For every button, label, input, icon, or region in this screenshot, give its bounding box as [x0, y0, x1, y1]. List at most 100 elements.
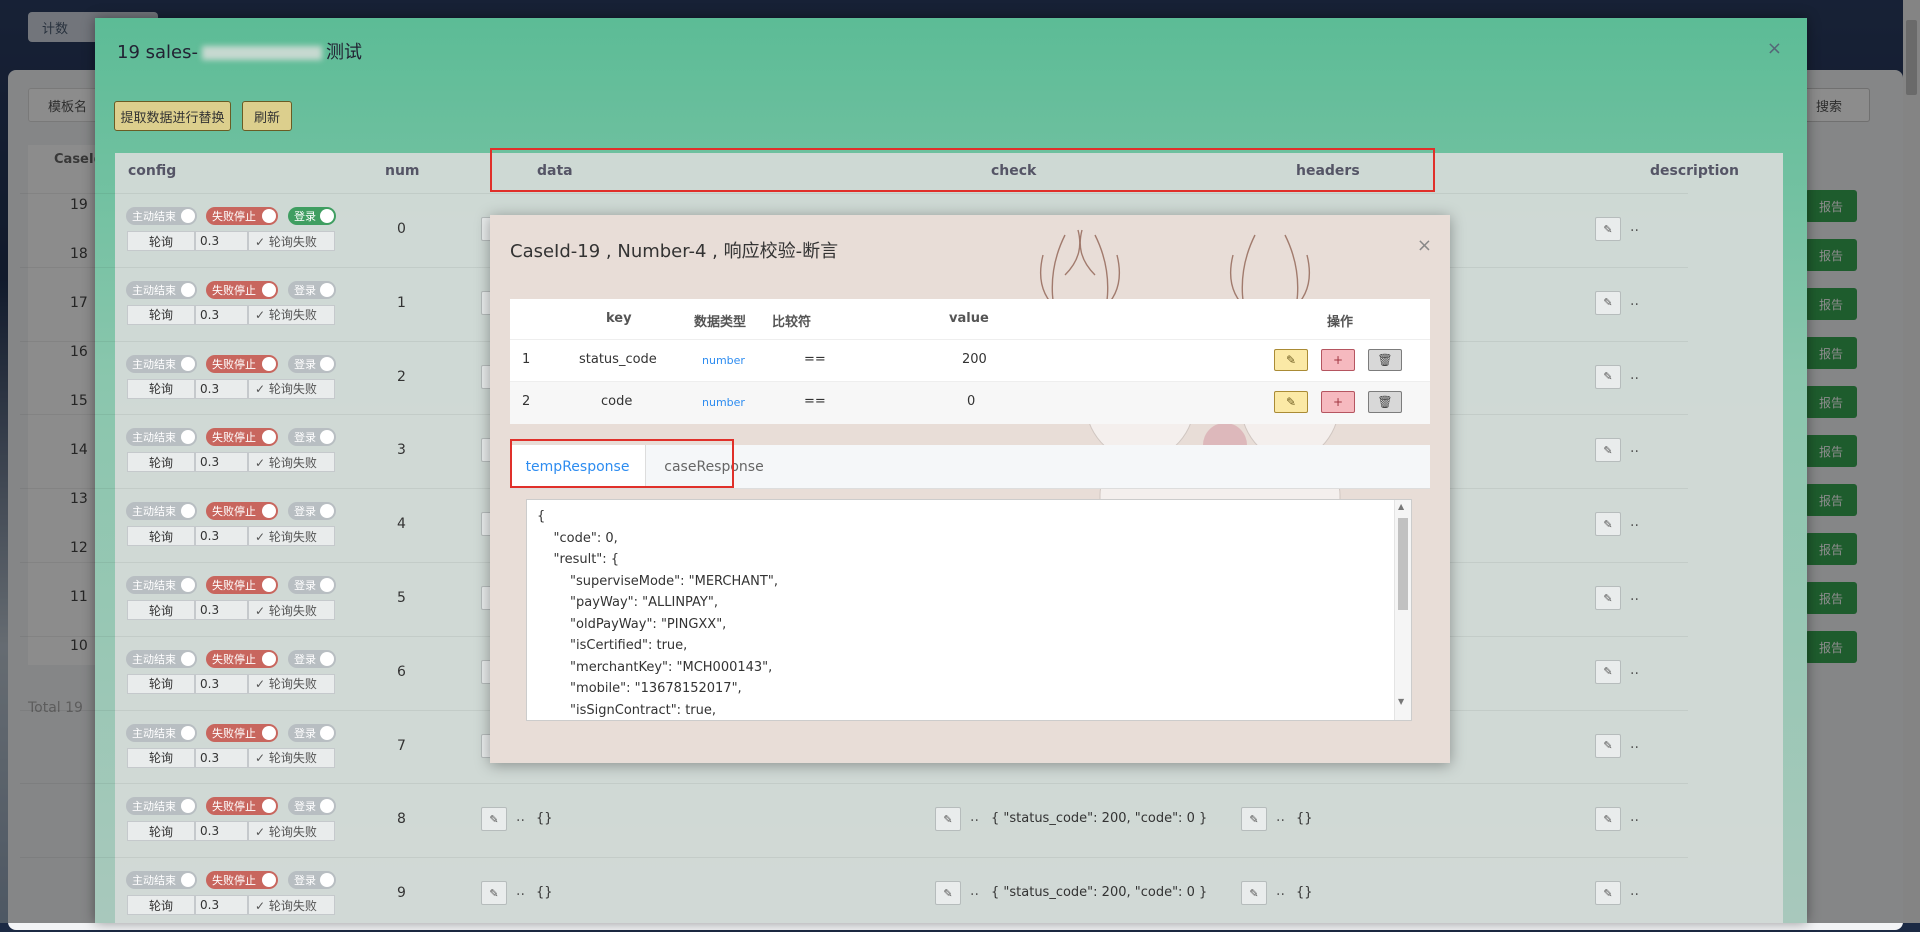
edit-check-button[interactable]: ✎ [935, 807, 961, 832]
ellipsis: .. [1630, 809, 1639, 826]
toggle-active-stop[interactable]: 主动结束 [126, 280, 197, 299]
poll-interval-input[interactable]: 0.3 [195, 747, 248, 768]
edit-row-button[interactable]: ✎ [1274, 349, 1308, 371]
toggle-fail-stop[interactable]: 失败停止 [206, 428, 278, 447]
scroll-down-icon[interactable]: ▼ [1398, 697, 1404, 706]
edit-description-button[interactable]: ✎ [1595, 290, 1621, 315]
poll-fail-checkbox[interactable]: ✓ 轮询失败 [248, 378, 335, 399]
toggle-active-stop[interactable]: 主动结束 [126, 723, 197, 742]
poll-fail-checkbox[interactable]: ✓ 轮询失败 [248, 747, 335, 768]
close-icon[interactable]: × [1417, 235, 1432, 256]
poll-fail-checkbox[interactable]: ✓ 轮询失败 [248, 600, 335, 620]
toggle-login[interactable]: 登录 [288, 502, 336, 521]
toggle-login[interactable]: 登录 [288, 280, 336, 299]
toggle-login[interactable]: 登录 [288, 649, 336, 668]
ellipsis: .. [1630, 588, 1639, 604]
toggle-active-stop[interactable]: 主动结束 [126, 428, 197, 447]
toggle-fail-stop[interactable]: 失败停止 [206, 207, 278, 225]
toggle-fail-stop[interactable]: 失败停止 [206, 502, 278, 521]
poll-interval-input[interactable]: 0.3 [195, 304, 248, 325]
toggle-fail-stop[interactable]: 失败停止 [206, 280, 278, 299]
toggle-login[interactable]: 登录 [288, 797, 336, 816]
poll-interval-input[interactable]: 0.3 [195, 673, 248, 694]
textarea-scroll-thumb[interactable] [1398, 518, 1408, 610]
toggle-label: 登录 [294, 431, 316, 445]
toggle-active-stop[interactable]: 主动结束 [126, 502, 197, 521]
poll-interval-input[interactable]: 0.3 [195, 526, 248, 547]
poll-interval-input[interactable]: 0.3 [195, 452, 248, 473]
extract-replace-button[interactable]: 提取数据进行替换 [114, 101, 231, 131]
scroll-up-icon[interactable]: ▲ [1398, 502, 1404, 511]
poll-interval-input[interactable]: 0.3 [195, 231, 248, 251]
poll-fail-checkbox[interactable]: ✓ 轮询失败 [248, 304, 335, 325]
data-preview: {} [536, 811, 553, 827]
toggle-fail-stop[interactable]: 失败停止 [206, 797, 278, 816]
toggle-fail-stop[interactable]: 失败停止 [206, 649, 278, 668]
edit-description-button[interactable]: ✎ [1595, 586, 1621, 610]
edit-description-button[interactable]: ✎ [1595, 881, 1621, 906]
toggle-login[interactable]: 登录 [288, 207, 336, 225]
poll-interval-input[interactable]: 0.3 [195, 600, 248, 620]
textarea-scrollbar[interactable]: ▲ ▼ [1394, 500, 1411, 720]
poll-fail-checkbox[interactable]: ✓ 轮询失败 [248, 895, 335, 916]
edit-description-button[interactable]: ✎ [1595, 807, 1621, 832]
toggle-active-stop[interactable]: 主动结束 [126, 207, 197, 225]
toggle-fail-stop[interactable]: 失败停止 [206, 723, 278, 742]
toggle-login[interactable]: 登录 [288, 428, 336, 447]
edit-description-button[interactable]: ✎ [1595, 217, 1621, 241]
delete-row-button[interactable]: 🗑 [1368, 391, 1402, 413]
toggle-login[interactable]: 登录 [288, 723, 336, 742]
check-preview: { "status_code": 200, "code": 0 } [991, 885, 1208, 901]
edit-description-button[interactable]: ✎ [1595, 438, 1621, 463]
toggle-fail-stop[interactable]: 失败停止 [206, 871, 278, 890]
response-textarea[interactable]: { "code": 0, "result": { "superviseMode"… [526, 499, 1412, 721]
poll-label: 轮询 [127, 821, 195, 842]
close-icon[interactable]: × [1767, 38, 1782, 59]
toggle-active-stop[interactable]: 主动结束 [126, 354, 197, 373]
header-key: key [606, 311, 632, 326]
row-num: 6 [397, 663, 406, 680]
poll-fail-checkbox[interactable]: ✓ 轮询失败 [248, 526, 335, 547]
toggle-login[interactable]: 登录 [288, 871, 336, 890]
edit-description-button[interactable]: ✎ [1595, 364, 1621, 389]
edit-data-button[interactable]: ✎ [481, 807, 507, 832]
ellipsis: .. [1630, 883, 1639, 900]
headers-preview: {} [1296, 885, 1313, 901]
delete-row-button[interactable]: 🗑 [1368, 349, 1402, 371]
toggle-login[interactable]: 登录 [288, 576, 336, 594]
edit-icon: ✎ [1285, 353, 1297, 367]
add-row-button[interactable]: + [1321, 391, 1355, 413]
edit-headers-button[interactable]: ✎ [1241, 881, 1267, 906]
edit-icon: ✎ [1603, 591, 1613, 605]
poll-label: 轮询 [127, 600, 195, 620]
edit-data-button[interactable]: ✎ [481, 881, 507, 906]
toggle-fail-stop[interactable]: 失败停止 [206, 354, 278, 373]
toggle-active-stop[interactable]: 主动结束 [126, 649, 197, 668]
edit-headers-button[interactable]: ✎ [1241, 807, 1267, 832]
edit-description-button[interactable]: ✎ [1595, 512, 1621, 537]
toggle-label: 失败停止 [212, 431, 256, 445]
toggle-active-stop[interactable]: 主动结束 [126, 797, 197, 816]
toggle-active-stop[interactable]: 主动结束 [126, 576, 197, 594]
poll-fail-checkbox[interactable]: ✓ 轮询失败 [248, 673, 335, 694]
toggle-active-stop[interactable]: 主动结束 [126, 871, 197, 890]
toggle-login[interactable]: 登录 [288, 354, 336, 373]
header-data-type: 数据类型 [694, 315, 747, 330]
edit-check-button[interactable]: ✎ [935, 881, 961, 906]
toggle-fail-stop[interactable]: 失败停止 [206, 576, 278, 594]
poll-fail-checkbox[interactable]: ✓ 轮询失败 [248, 821, 335, 842]
toggle-label: 登录 [294, 652, 316, 666]
poll-fail-checkbox[interactable]: ✓ 轮询失败 [248, 231, 335, 251]
refresh-button[interactable]: 刷新 [242, 101, 292, 131]
edit-icon: ✎ [1603, 665, 1613, 679]
edit-icon: ✎ [1603, 739, 1613, 753]
edit-row-button[interactable]: ✎ [1274, 391, 1308, 413]
edit-description-button[interactable]: ✎ [1595, 733, 1621, 758]
poll-interval-input[interactable]: 0.3 [195, 895, 248, 916]
edit-description-button[interactable]: ✎ [1595, 659, 1621, 684]
poll-interval-input[interactable]: 0.3 [195, 821, 248, 842]
poll-fail-checkbox[interactable]: ✓ 轮询失败 [248, 452, 335, 473]
poll-label: 轮询 [127, 304, 195, 325]
add-row-button[interactable]: + [1321, 349, 1355, 371]
poll-interval-input[interactable]: 0.3 [195, 378, 248, 399]
